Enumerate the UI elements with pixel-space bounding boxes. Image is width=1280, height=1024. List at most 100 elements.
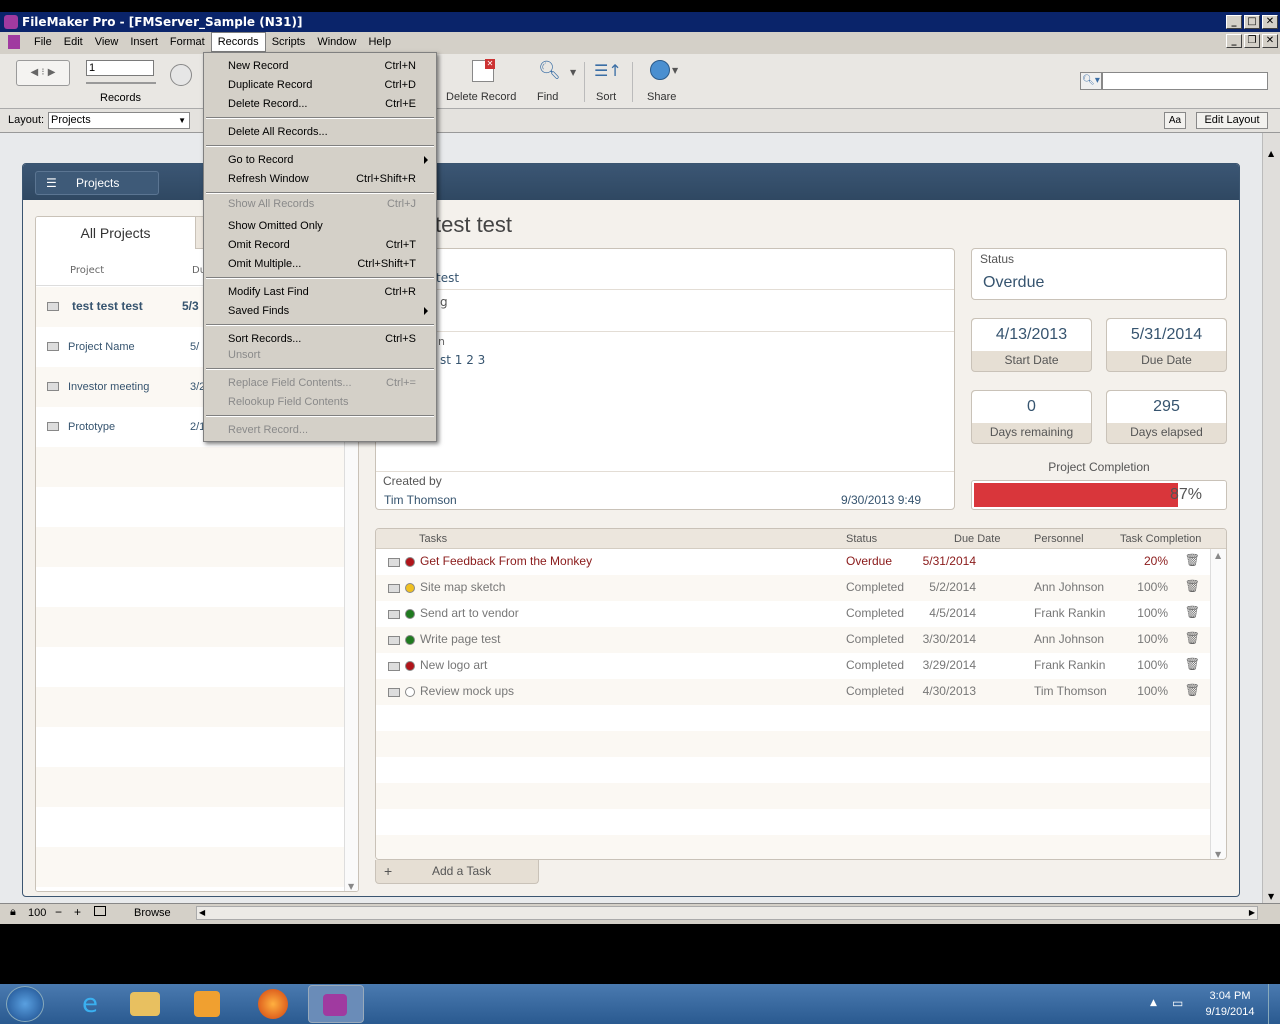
scroll-down-icon[interactable]: ▼ [348, 882, 354, 891]
task-name[interactable]: Write page test [420, 632, 500, 646]
layout-select[interactable]: Projects ▼ [48, 112, 190, 129]
task-status[interactable]: Overdue [846, 554, 892, 568]
scroll-right-icon[interactable]: ▶ [1249, 908, 1255, 917]
record-icon[interactable] [388, 558, 400, 567]
status-toolbar-toggle-icon[interactable] [94, 906, 106, 916]
doc-restore-icon[interactable]: ❐ [1244, 34, 1260, 48]
task-personnel[interactable]: Ann Johnson [1034, 632, 1104, 646]
add-task-button[interactable]: + Add a Task [375, 860, 539, 884]
find-dropdown-icon[interactable]: ▼ [570, 68, 576, 77]
menu-item-saved-finds[interactable]: Saved Finds [204, 302, 436, 320]
share-button[interactable]: Share [647, 91, 676, 103]
menu-item-duplicate-record[interactable]: Duplicate Record Ctrl+D [204, 76, 436, 94]
find-button[interactable]: Find [537, 91, 558, 103]
task-status[interactable]: Completed [846, 658, 904, 672]
zoom-out-icon[interactable]: − [55, 905, 62, 919]
task-name[interactable]: Send art to vendor [420, 606, 519, 620]
task-due-date[interactable]: 4/30/2013 [923, 684, 976, 698]
task-status[interactable]: Completed [846, 606, 904, 620]
task-due-date[interactable]: 4/5/2014 [929, 606, 976, 620]
share-dropdown-icon[interactable]: ▼ [672, 66, 678, 75]
menu-item-go-to-record[interactable]: Go to Record [204, 151, 436, 169]
task-due-date[interactable]: 5/2/2014 [929, 580, 976, 594]
trash-icon[interactable]: 🗑︎ [1185, 683, 1200, 697]
menu-item-omit-multiple[interactable]: Omit Multiple... Ctrl+Shift+T [204, 255, 436, 273]
maximize-icon[interactable]: □ [1244, 15, 1260, 29]
close-icon[interactable]: ✕ [1262, 15, 1278, 29]
task-name[interactable]: Site map sketch [420, 580, 505, 594]
task-name[interactable]: Get Feedback From the Monkey [420, 554, 592, 568]
network-icon[interactable]: ▭ [1172, 996, 1183, 1010]
menu-records[interactable]: Records [210, 32, 266, 52]
scroll-down-icon[interactable]: ▼ [1268, 892, 1274, 901]
table-row[interactable]: Send art to vendor Completed 4/5/2014 Frank… [376, 601, 1210, 627]
share-icon[interactable] [650, 60, 670, 80]
doc-minimize-icon[interactable]: _ [1226, 34, 1242, 48]
sort-button[interactable]: Sort [596, 91, 616, 103]
menu-scripts[interactable]: Scripts [266, 32, 312, 52]
clock-time[interactable]: 3:04 PM [1200, 990, 1260, 1002]
record-icon[interactable] [388, 584, 400, 593]
menu-item-delete-all-records[interactable]: Delete All Records... [204, 123, 436, 141]
scroll-up-icon[interactable]: ▲ [1268, 149, 1274, 158]
media-player-icon[interactable] [194, 991, 220, 1017]
description-field[interactable]: st 1 2 3 [440, 353, 485, 367]
trash-icon[interactable]: 🗑︎ [1185, 579, 1200, 593]
due-date-value[interactable]: 5/31/2014 [1107, 319, 1226, 351]
scroll-down-icon[interactable]: ▼ [1215, 850, 1221, 859]
menu-file[interactable]: File [28, 32, 58, 52]
task-due-date[interactable]: 3/29/2014 [923, 658, 976, 672]
trash-icon[interactable]: 🗑︎ [1185, 657, 1200, 671]
table-row[interactable]: Review mock ups Completed 4/30/2013 Tim Tho… [376, 679, 1210, 705]
start-date-value[interactable]: 4/13/2013 [972, 319, 1091, 351]
menu-item-modify-last-find[interactable]: Modify Last Find Ctrl+R [204, 283, 436, 301]
menu-item-delete-record[interactable]: Delete Record... Ctrl+E [204, 95, 436, 113]
search-icon[interactable]: 🔍︎▾ [1080, 72, 1102, 90]
tasks-scrollbar[interactable]: ▲ ▼ [1210, 549, 1226, 859]
delete-record-button[interactable]: Delete Record [446, 91, 516, 103]
record-slider[interactable] [86, 82, 156, 84]
menu-item-new-record[interactable]: New Record Ctrl+N [204, 57, 436, 75]
tray-expand-icon[interactable]: ▲ [1150, 998, 1157, 1008]
doc-close-icon[interactable]: ✕ [1262, 34, 1278, 48]
table-row[interactable]: Write page test Completed 3/30/2014 Ann Joh… [376, 627, 1210, 653]
menu-item-refresh-window[interactable]: Refresh Window Ctrl+Shift+R [204, 170, 436, 188]
menu-help[interactable]: Help [362, 32, 397, 52]
internet-explorer-icon[interactable]: e [70, 988, 110, 1020]
zoom-level[interactable]: 100 [28, 907, 46, 919]
task-status[interactable]: Completed [846, 684, 904, 698]
task-status[interactable]: Completed [846, 632, 904, 646]
record-icon[interactable] [388, 662, 400, 671]
record-number-input[interactable] [86, 60, 154, 76]
task-name[interactable]: Review mock ups [420, 684, 514, 698]
menu-insert[interactable]: Insert [124, 32, 164, 52]
task-name[interactable]: New logo art [420, 658, 487, 672]
task-personnel[interactable]: Tim Thomson [1034, 684, 1107, 698]
menu-window[interactable]: Window [311, 32, 362, 52]
projects-header-button[interactable]: ☰ Projects [35, 171, 159, 195]
quick-find-input[interactable] [1102, 72, 1268, 90]
window-vertical-scrollbar[interactable]: ▲ ▼ [1262, 133, 1280, 903]
start-button[interactable] [6, 986, 44, 1022]
trash-icon[interactable]: 🗑︎ [1185, 605, 1200, 619]
tag-field[interactable]: g [440, 295, 448, 309]
task-status[interactable]: Completed [846, 580, 904, 594]
scroll-left-icon[interactable]: ◀ [199, 908, 205, 917]
status-value[interactable]: Overdue [983, 274, 1044, 292]
menu-format[interactable]: Format [164, 32, 211, 52]
edit-layout-button[interactable]: Edit Layout [1196, 112, 1268, 129]
menu-edit[interactable]: Edit [58, 32, 89, 52]
firefox-icon[interactable] [258, 989, 288, 1019]
minimize-icon[interactable]: _ [1226, 15, 1242, 29]
task-due-date[interactable]: 5/31/2014 [923, 554, 976, 568]
show-desktop-button[interactable] [1268, 984, 1280, 1024]
clock-date[interactable]: 9/19/2014 [1200, 1006, 1260, 1018]
menu-item-omit-record[interactable]: Omit Record Ctrl+T [204, 236, 436, 254]
menu-view[interactable]: View [89, 32, 125, 52]
record-nav-book-icon[interactable]: ◀ ⁝ ▶ [16, 60, 70, 86]
menu-item-show-omitted-only[interactable]: Show Omitted Only [204, 217, 436, 235]
record-icon[interactable] [388, 688, 400, 697]
task-personnel[interactable]: Ann Johnson [1034, 580, 1104, 594]
find-icon[interactable]: 🔍︎ [538, 60, 561, 82]
font-size-button[interactable]: Aa [1164, 112, 1186, 129]
